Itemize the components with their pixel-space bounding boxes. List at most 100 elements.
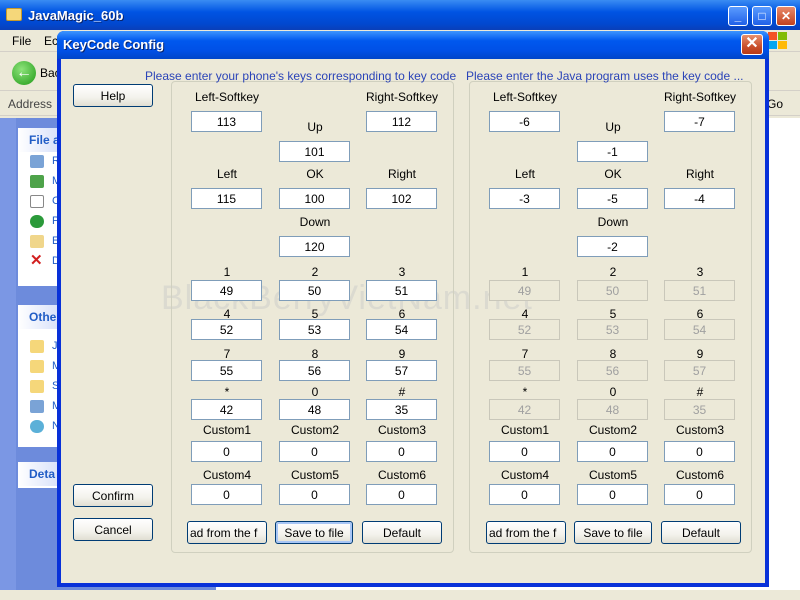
phone-right-softkey-label: Right-Softkey (366, 90, 439, 104)
java-numpad-field (577, 319, 648, 340)
phone-numpad-label: 7 (223, 347, 231, 361)
java-load-from-file-button[interactable]: ad from the f (486, 521, 566, 544)
java-left-softkey-field[interactable] (489, 111, 560, 132)
window-bottom-edge (0, 590, 800, 600)
phone-numpad-field[interactable] (191, 319, 262, 340)
phone-numpad-field[interactable] (191, 360, 262, 381)
delete-icon: ✕ (30, 252, 43, 269)
java-custom-field[interactable] (664, 441, 735, 462)
java-numpad-label: 3 (696, 265, 704, 279)
java-ok-field[interactable] (577, 188, 648, 209)
java-left-field[interactable] (489, 188, 560, 209)
phone-numpad-field[interactable] (279, 280, 350, 301)
phone-custom-field[interactable] (191, 484, 262, 505)
publish-icon (30, 215, 44, 228)
phone-save-to-file-button[interactable]: Save to file (275, 521, 353, 544)
phone-numpad-field[interactable] (191, 280, 262, 301)
phone-ok-field[interactable] (279, 188, 350, 209)
java-numpad-label: 1 (521, 265, 529, 279)
background-window-title: JavaMagic_60b (28, 8, 124, 23)
phone-numpad-field[interactable] (366, 319, 437, 340)
keycode-config-dialog: KeyCode Config ✕ BlackBerryVietNam.net H… (57, 31, 769, 587)
computer-icon (30, 400, 44, 413)
address-label: Address (8, 97, 53, 111)
phone-custom-label: Custom4 (202, 468, 252, 482)
java-custom-field[interactable] (489, 484, 560, 505)
java-right-softkey-field[interactable] (664, 111, 735, 132)
phone-custom-field[interactable] (191, 441, 262, 462)
phone-default-button[interactable]: Default (362, 521, 442, 544)
cancel-button[interactable]: Cancel (73, 518, 153, 541)
phone-right-field[interactable] (366, 188, 437, 209)
phone-custom-label: Custom1 (202, 423, 252, 437)
maximize-icon[interactable]: □ (752, 6, 772, 26)
phone-numpad-field[interactable] (366, 399, 437, 420)
help-button[interactable]: Help (73, 84, 153, 107)
java-numpad-field (664, 360, 735, 381)
java-custom-field[interactable] (664, 484, 735, 505)
phone-numpad-field[interactable] (279, 399, 350, 420)
menu-file[interactable]: File (12, 34, 31, 48)
java-right-field[interactable] (664, 188, 735, 209)
menu-edit[interactable]: Ec (44, 34, 58, 48)
confirm-button[interactable]: Confirm (73, 484, 153, 507)
phone-ok-label: OK (306, 167, 324, 181)
phone-numpad-label: 9 (398, 347, 406, 361)
java-numpad-label: 0 (609, 385, 617, 399)
java-numpad-label: 9 (696, 347, 704, 361)
phone-right-softkey-field[interactable] (366, 111, 437, 132)
phone-custom-field[interactable] (366, 484, 437, 505)
java-instruction: Please enter the Java program uses the k… (466, 69, 744, 83)
phone-numpad-field[interactable] (366, 360, 437, 381)
phone-instruction: Please enter your phone's keys correspon… (145, 69, 457, 83)
java-numpad-field (489, 399, 560, 420)
phone-custom-field[interactable] (279, 441, 350, 462)
email-icon (30, 235, 44, 248)
java-custom-field[interactable] (577, 441, 648, 462)
background-title-bar[interactable]: JavaMagic_60b _ □ ✕ (0, 0, 800, 30)
phone-numpad-label: 0 (311, 385, 319, 399)
documents-icon (30, 360, 44, 373)
java-numpad-field (577, 280, 648, 301)
java-numpad-label: 2 (609, 265, 617, 279)
phone-down-label: Down (299, 215, 331, 229)
dialog-close-icon[interactable]: ✕ (741, 34, 763, 55)
phone-up-field[interactable] (279, 141, 350, 162)
phone-custom-field[interactable] (279, 484, 350, 505)
java-numpad-field (664, 280, 735, 301)
back-arrow-icon[interactable]: ← (12, 61, 36, 85)
java-left-label: Left (514, 167, 535, 181)
java-custom-field[interactable] (489, 441, 560, 462)
phone-numpad-field[interactable] (279, 319, 350, 340)
java-custom-field[interactable] (577, 484, 648, 505)
phone-left-softkey-label: Left-Softkey (194, 90, 260, 104)
phone-left-softkey-field[interactable] (191, 111, 262, 132)
java-down-field[interactable] (577, 236, 648, 257)
close-icon[interactable]: ✕ (776, 6, 796, 26)
network-icon (30, 420, 44, 433)
phone-load-from-file-button[interactable]: ad from the f (187, 521, 267, 544)
phone-numpad-field[interactable] (279, 360, 350, 381)
phone-left-field[interactable] (191, 188, 262, 209)
phone-numpad-label: 8 (311, 347, 319, 361)
dialog-title-bar[interactable]: KeyCode Config ✕ (57, 31, 769, 59)
go-button[interactable]: Go (767, 97, 783, 111)
java-save-to-file-button[interactable]: Save to file (574, 521, 652, 544)
java-left-softkey-label: Left-Softkey (492, 90, 558, 104)
phone-down-field[interactable] (279, 236, 350, 257)
java-up-field[interactable] (577, 141, 648, 162)
java-numpad-field (664, 399, 735, 420)
dialog-body: BlackBerryVietNam.net Help Confirm Cance… (61, 59, 765, 583)
java-default-button[interactable]: Default (661, 521, 741, 544)
java-custom-label: Custom1 (500, 423, 550, 437)
folder-icon (6, 8, 22, 21)
rename-icon (30, 155, 44, 168)
phone-numpad-field[interactable] (191, 399, 262, 420)
phone-up-label: Up (307, 120, 323, 134)
java-custom-label: Custom6 (675, 468, 725, 482)
phone-custom-field[interactable] (366, 441, 437, 462)
phone-numpad-field[interactable] (366, 280, 437, 301)
phone-custom-label: Custom6 (377, 468, 427, 482)
minimize-icon[interactable]: _ (728, 6, 748, 26)
java-numpad-label: 8 (609, 347, 617, 361)
